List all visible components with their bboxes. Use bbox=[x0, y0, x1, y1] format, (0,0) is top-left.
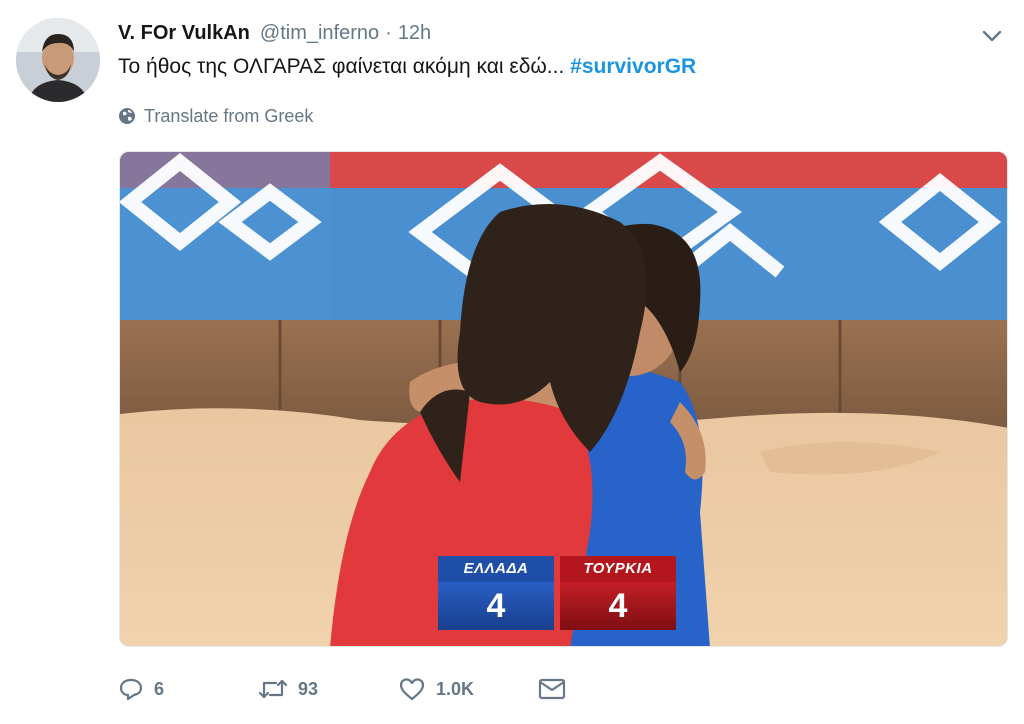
user-avatar-icon bbox=[16, 18, 100, 102]
away-team-score: 4 bbox=[560, 582, 676, 630]
hashtag-link[interactable]: #survivorGR bbox=[570, 55, 696, 78]
author-display-name[interactable]: V. FOr VulkAn bbox=[118, 22, 250, 45]
translate-label: Translate from Greek bbox=[144, 105, 314, 126]
like-count: 1.0K bbox=[436, 678, 475, 699]
envelope-icon bbox=[538, 678, 566, 700]
author-avatar[interactable] bbox=[16, 18, 100, 102]
chevron-down-icon bbox=[982, 30, 1002, 42]
like-button[interactable]: 1.0K bbox=[398, 677, 538, 701]
scoreboard-overlay: ΕΛΛΑΔΑ 4 ΤΟΥΡΚΙΑ 4 bbox=[438, 556, 676, 630]
heart-icon bbox=[399, 678, 425, 701]
direct-message-button[interactable] bbox=[538, 678, 566, 700]
home-team-score: 4 bbox=[438, 582, 554, 630]
reply-count: 6 bbox=[154, 678, 165, 699]
home-team-panel: ΕΛΛΑΔΑ 4 bbox=[438, 556, 554, 630]
tweet-card: V. FOr VulkAn @tim_inferno · 12h Το ήθος… bbox=[0, 0, 1024, 724]
tweet-actions: 6 93 1.0K bbox=[118, 670, 598, 708]
tweet-timestamp[interactable]: 12h bbox=[398, 22, 431, 45]
time-separator: · bbox=[385, 21, 392, 44]
reply-button[interactable]: 6 bbox=[118, 677, 258, 701]
tweet-body: Το ήθος της ΟΛΓΑΡΑΣ φαίνεται ακόμη και ε… bbox=[118, 55, 696, 79]
reply-icon bbox=[119, 678, 143, 701]
home-team-name: ΕΛΛΑΔΑ bbox=[438, 556, 554, 582]
author-handle[interactable]: @tim_inferno bbox=[260, 22, 379, 45]
retweet-button[interactable]: 93 bbox=[258, 677, 398, 701]
tweet-text: Το ήθος της ΟΛΓΑΡΑΣ φαίνεται ακόμη και ε… bbox=[118, 55, 565, 78]
tweet-menu-button[interactable] bbox=[978, 22, 1006, 50]
retweet-count: 93 bbox=[298, 678, 319, 699]
retweet-icon bbox=[258, 679, 288, 699]
tweet-media-video[interactable]: ΕΛΛΑΔΑ 4 ΤΟΥΡΚΙΑ 4 bbox=[119, 151, 1008, 647]
away-team-name: ΤΟΥΡΚΙΑ bbox=[560, 556, 676, 582]
away-team-panel: ΤΟΥΡΚΙΑ 4 bbox=[560, 556, 676, 630]
globe-icon bbox=[119, 108, 135, 124]
tweet-header: V. FOr VulkAn @tim_inferno · 12h bbox=[118, 18, 431, 48]
translate-link[interactable]: Translate from Greek bbox=[118, 104, 313, 128]
